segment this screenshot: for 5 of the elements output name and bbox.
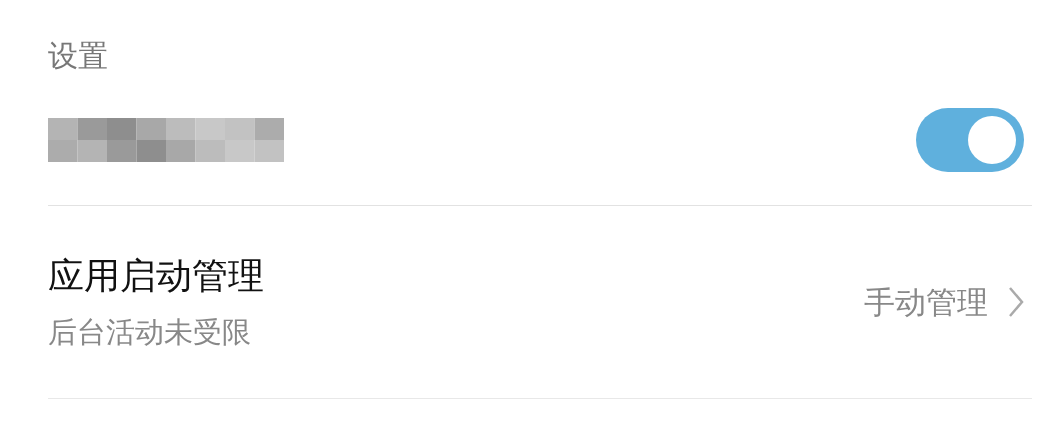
chevron-right-icon — [1008, 286, 1024, 318]
setting-title: 应用启动管理 — [48, 253, 264, 298]
setting-subtitle: 后台活动未受限 — [48, 313, 252, 351]
setting-value[interactable]: 手动管理 — [864, 278, 988, 326]
section-title: 设置 — [48, 37, 109, 74]
